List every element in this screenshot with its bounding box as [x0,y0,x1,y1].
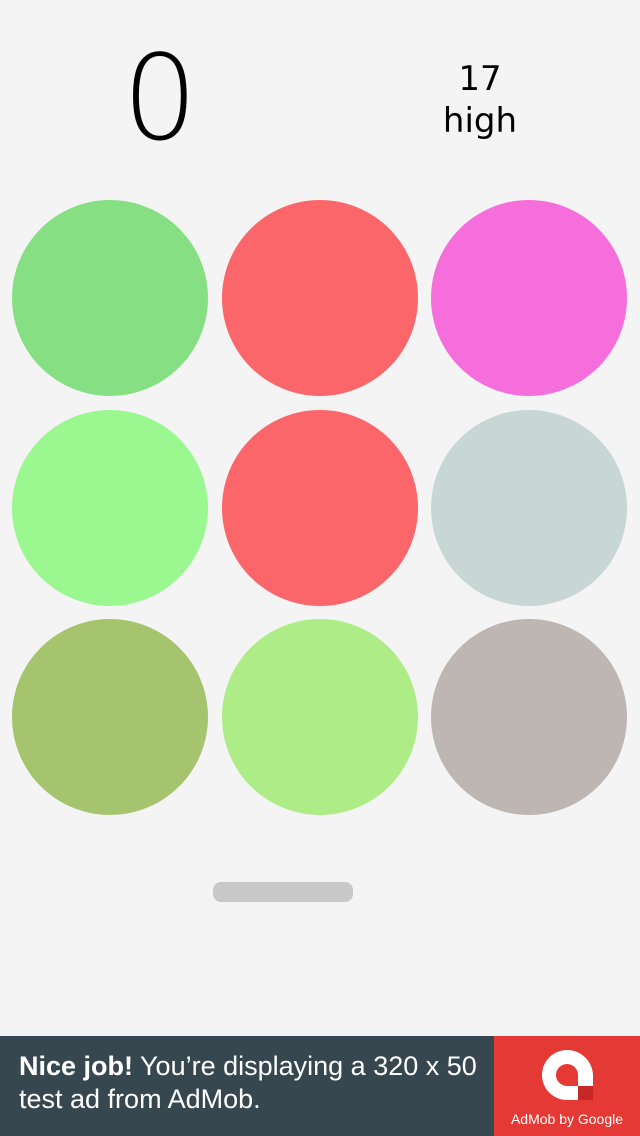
ad-text: Nice job! You’re displaying a 320 x 50 t… [19,1050,489,1116]
circle-grid [12,200,628,816]
admob-logo-icon [542,1050,593,1100]
circle-r2-c3[interactable] [431,410,627,606]
circle-r3-c2[interactable] [222,619,418,815]
ad-headline: Nice job! [19,1051,134,1081]
high-score-value: 17 [458,59,502,99]
circle-r3-c1[interactable] [12,619,208,815]
high-score-label: high [442,101,518,141]
circle-r2-c2[interactable] [222,410,418,606]
current-score: 0 [122,29,198,167]
circle-r3-c3[interactable] [431,619,627,815]
circle-r2-c1[interactable] [12,410,208,606]
timer-bar [213,882,353,902]
ad-banner[interactable]: Nice job! You’re displaying a 320 x 50 t… [0,1036,640,1136]
circle-r1-c3[interactable] [431,200,627,396]
ad-brand-label: AdMob by Google [510,1111,624,1127]
circle-r1-c2[interactable] [222,200,418,396]
circle-r1-c1[interactable] [12,200,208,396]
high-score: 17 high [400,58,560,142]
admob-logo[interactable]: AdMob by Google [494,1036,640,1136]
